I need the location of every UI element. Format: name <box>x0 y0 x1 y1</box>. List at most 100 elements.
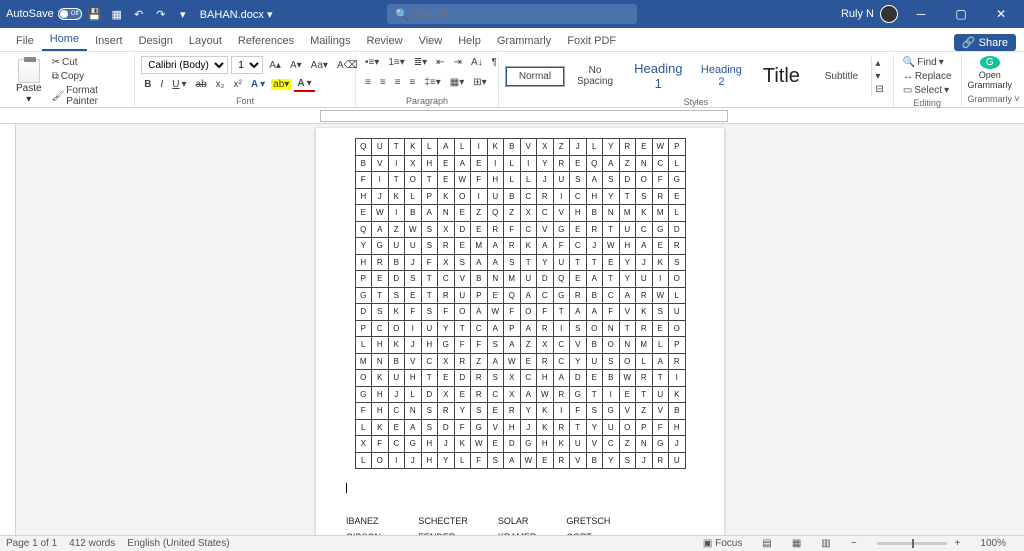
grammarly-icon[interactable]: G <box>980 56 1000 69</box>
zoom-level[interactable]: 100% <box>980 538 1006 549</box>
tab-references[interactable]: References <box>230 31 302 51</box>
grid-cell: A <box>603 155 620 172</box>
bold-button[interactable]: B <box>141 78 154 91</box>
styles-more-button[interactable]: ⊟ <box>872 83 886 96</box>
style-subtitle[interactable]: Subtitle <box>811 66 871 87</box>
grid-cell: T <box>520 254 537 271</box>
align-right-button[interactable]: ≡ <box>392 76 404 89</box>
grow-font-button[interactable]: A▴ <box>266 59 284 72</box>
shading-button[interactable]: ▦▾ <box>447 76 467 89</box>
zoom-slider[interactable] <box>877 542 947 545</box>
ruler-horizontal[interactable] <box>0 108 1024 124</box>
justify-button[interactable]: ≡ <box>407 76 419 89</box>
collapse-ribbon-button[interactable]: ˅ <box>1014 94 1020 105</box>
shrink-font-button[interactable]: A▾ <box>287 59 305 72</box>
cut-button[interactable]: ✂ Cut <box>49 56 129 69</box>
document-name[interactable]: BAHAN.docx ▾ <box>200 8 273 21</box>
user-name[interactable]: Ruly N <box>841 8 874 20</box>
sort-button[interactable]: A↓ <box>468 56 486 69</box>
print-layout-button[interactable]: ▤ <box>762 538 771 549</box>
style-title[interactable]: Title <box>751 60 811 93</box>
grid-cell: R <box>438 238 455 255</box>
tab-foxit[interactable]: Foxit PDF <box>559 31 624 51</box>
bullets-button[interactable]: •≡▾ <box>362 56 382 69</box>
search-box[interactable]: 🔍 <box>387 4 637 24</box>
numbering-button[interactable]: 1≡▾ <box>385 56 407 69</box>
tab-help[interactable]: Help <box>450 31 489 51</box>
style-heading1[interactable]: Heading 1 <box>625 56 691 96</box>
undo-icon[interactable]: ↶ <box>130 5 148 23</box>
status-language[interactable]: English (United States) <box>127 538 229 549</box>
autosave-toggle[interactable]: Off <box>58 8 82 20</box>
grid-cell: X <box>438 353 455 370</box>
style-normal[interactable]: Normal <box>505 66 565 87</box>
line-spacing-button[interactable]: ‡≡▾ <box>421 76 443 89</box>
tab-layout[interactable]: Layout <box>181 31 230 51</box>
maximize-button[interactable]: ▢ <box>944 0 978 28</box>
font-color-button[interactable]: A▾ <box>294 77 314 92</box>
search-input[interactable] <box>413 8 613 20</box>
redo-icon[interactable]: ↷ <box>152 5 170 23</box>
italic-button[interactable]: I <box>158 78 167 91</box>
ruler-vertical[interactable] <box>0 124 16 535</box>
focus-mode-button[interactable]: ▣ Focus <box>703 538 742 549</box>
strike-button[interactable]: ab <box>193 78 210 91</box>
zoom-in-button[interactable]: + <box>955 538 961 549</box>
tab-review[interactable]: Review <box>359 31 411 51</box>
font-name-select[interactable]: Calibri (Body) <box>141 56 228 74</box>
style-no-spacing[interactable]: No Spacing <box>565 60 625 92</box>
grid-cell: E <box>619 386 636 403</box>
tab-grammarly[interactable]: Grammarly <box>489 31 559 51</box>
decrease-indent-button[interactable]: ⇤ <box>433 56 447 69</box>
tab-design[interactable]: Design <box>131 31 181 51</box>
open-grammarly-button[interactable]: OpenGrammarly <box>968 71 1013 91</box>
highlight-button[interactable]: ab▾ <box>271 79 291 90</box>
subscript-button[interactable]: x₂ <box>213 78 228 91</box>
styles-down-button[interactable]: ▾ <box>872 70 886 83</box>
save-icon[interactable]: 💾 <box>86 5 104 23</box>
tab-view[interactable]: View <box>411 31 451 51</box>
paste-button[interactable]: Paste▾ <box>12 57 46 107</box>
close-button[interactable]: ✕ <box>984 0 1018 28</box>
grid-cell: E <box>438 172 455 189</box>
change-case-button[interactable]: Aa▾ <box>308 59 331 72</box>
grid-cell: G <box>603 403 620 420</box>
tab-home[interactable]: Home <box>42 29 87 51</box>
grid-cell: E <box>520 353 537 370</box>
qat-more-icon[interactable]: ▾ <box>174 5 192 23</box>
status-page[interactable]: Page 1 of 1 <box>6 538 57 549</box>
grid-cell: E <box>570 221 587 238</box>
avatar[interactable] <box>880 5 898 23</box>
align-left-button[interactable]: ≡ <box>362 76 374 89</box>
align-center-button[interactable]: ≡ <box>377 76 389 89</box>
increase-indent-button[interactable]: ⇥ <box>451 56 465 69</box>
grid-cell: K <box>520 238 537 255</box>
canvas[interactable]: QUTKLALIKBVXZJLYREWPBVIXHEAEILIYREQAZNCL… <box>16 124 1024 535</box>
underline-button[interactable]: U▾ <box>169 78 189 91</box>
select-button[interactable]: ▭ Select ▾ <box>900 84 955 97</box>
read-mode-button[interactable]: ▦ <box>792 538 801 549</box>
grid-cell: A <box>438 139 455 156</box>
format-painter-button[interactable]: 🖌 Format Painter <box>49 84 129 108</box>
font-size-select[interactable]: 11 <box>231 56 263 74</box>
text-effects-button[interactable]: A▾ <box>248 78 268 91</box>
grid-cell: C <box>570 238 587 255</box>
zoom-out-button[interactable]: − <box>851 538 857 549</box>
tab-insert[interactable]: Insert <box>87 31 131 51</box>
styles-up-button[interactable]: ▴ <box>872 57 886 70</box>
qat-icon[interactable]: ▦ <box>108 5 126 23</box>
find-button[interactable]: 🔍 Find ▾ <box>900 56 955 69</box>
copy-button[interactable]: ⧉ Copy <box>49 70 129 83</box>
share-button[interactable]: 🔗 Share <box>954 34 1016 51</box>
tab-mailings[interactable]: Mailings <box>302 31 358 51</box>
minimize-button[interactable]: ─ <box>904 0 938 28</box>
replace-button[interactable]: ↔ Replace <box>900 70 955 83</box>
status-words[interactable]: 412 words <box>69 538 115 549</box>
superscript-button[interactable]: x² <box>231 78 245 91</box>
tab-file[interactable]: File <box>8 31 42 51</box>
grid-cell: Q <box>487 205 504 222</box>
multilevel-button[interactable]: ≣▾ <box>411 56 430 69</box>
style-heading2[interactable]: Heading 2 <box>691 59 751 93</box>
web-layout-button[interactable]: ▥ <box>821 538 830 549</box>
borders-button[interactable]: ⊞▾ <box>470 76 489 89</box>
